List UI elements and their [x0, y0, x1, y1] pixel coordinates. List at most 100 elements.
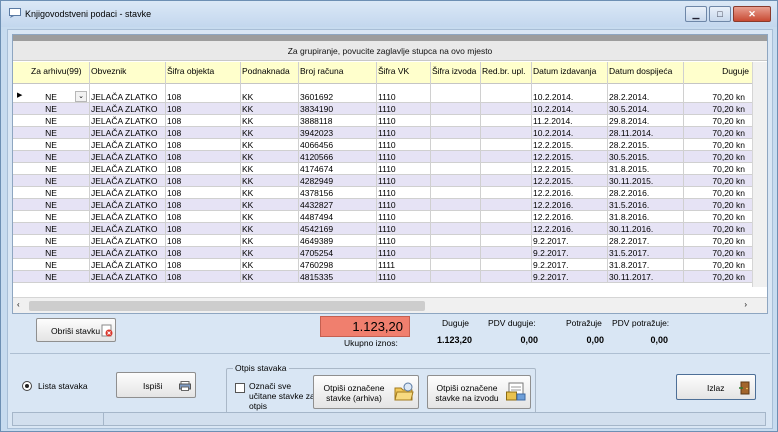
- table-cell: 4174674: [300, 164, 334, 174]
- table-cell: 1110: [378, 128, 396, 138]
- print-button[interactable]: Ispiši: [116, 372, 196, 398]
- table-cell: KK: [242, 152, 254, 162]
- writeoff-statement-button[interactable]: Otpiši označene stavke na izvodu: [427, 375, 531, 409]
- table-row[interactable]: NE JELAČA ZLATKO 108 KK 4542169 1110 12.2.2016…: [13, 223, 767, 235]
- table-cell: 108: [167, 164, 182, 174]
- table-row[interactable]: NE JELAČA ZLATKO 108 KK 3888118 1110 11.2.2014…: [13, 115, 767, 127]
- delete-item-label: Obriši stavku: [51, 326, 101, 336]
- table-cell: 108: [167, 152, 182, 162]
- table-cell: 12.2.2016.: [533, 188, 574, 198]
- table-cell[interactable]: NE: [31, 236, 71, 246]
- table-cell: 30.11.2017.: [609, 272, 654, 282]
- group-by-panel[interactable]: Za grupiranje, povucite zaglavlje stupca…: [13, 35, 767, 61]
- maximize-button[interactable]: □: [709, 6, 731, 22]
- table-cell: 70,20 kn: [712, 260, 745, 270]
- table-cell[interactable]: NE: [31, 176, 71, 186]
- table-cell[interactable]: NE: [31, 104, 71, 114]
- table-cell: 10.2.2014.: [533, 128, 574, 138]
- table-cell[interactable]: NE: [31, 272, 71, 282]
- table-row[interactable]: NE JELAČA ZLATKO 108 KK 4760298 1111 9.2.2017.…: [13, 259, 767, 271]
- table-cell[interactable]: NE: [31, 200, 71, 210]
- delete-item-button[interactable]: Obriši stavku: [36, 318, 116, 342]
- table-cell: 108: [167, 140, 182, 150]
- table-row[interactable]: ▶ NE JELAČA ZLATKO 108 KK 3601692 1110 10.2.201…: [13, 91, 767, 103]
- table-cell: 12.2.2015.: [533, 176, 574, 186]
- table-cell: 1110: [378, 272, 396, 282]
- column-header[interactable]: Broj računa: [300, 66, 343, 76]
- column-header[interactable]: Obveznik: [91, 66, 126, 76]
- table-cell: KK: [242, 176, 254, 186]
- table-cell: JELAČA ZLATKO: [91, 176, 158, 186]
- dropdown-arrow-icon[interactable]: ⌄: [75, 91, 87, 102]
- table-cell: 31.8.2017.: [609, 260, 650, 270]
- exit-button[interactable]: Izlaz: [676, 374, 756, 400]
- table-cell[interactable]: NE: [31, 140, 71, 150]
- writeoff-group-title: Otpis stavaka: [233, 363, 289, 373]
- column-header[interactable]: Datum dospijeća: [609, 66, 672, 76]
- table-cell[interactable]: NE: [31, 128, 71, 138]
- table-cell: 1110: [378, 224, 396, 234]
- table-row[interactable]: NE JELAČA ZLATKO 108 KK 3834190 1110 10.2.2014…: [13, 103, 767, 115]
- minimize-button[interactable]: ▁: [685, 6, 707, 22]
- column-header[interactable]: Šifra izvoda: [432, 66, 476, 76]
- column-divider: [480, 62, 481, 282]
- table-cell[interactable]: NE: [31, 248, 71, 258]
- exit-label: Izlaz: [707, 383, 725, 393]
- table-cell: JELAČA ZLATKO: [91, 212, 158, 222]
- table-cell: KK: [242, 200, 254, 210]
- table-row[interactable]: NE JELAČA ZLATKO 108 KK 4487494 1110 12.2.2016…: [13, 211, 767, 223]
- table-cell: 70,20 kn: [712, 248, 745, 258]
- table-row[interactable]: NE JELAČA ZLATKO 108 KK 4120566 1110 12.2.2015…: [13, 151, 767, 163]
- list-items-radio[interactable]: [22, 381, 32, 391]
- table-cell: 108: [167, 272, 182, 282]
- table-cell[interactable]: NE: [31, 260, 71, 270]
- table-row[interactable]: NE JELAČA ZLATKO 108 KK 3942023 1110 10.2.2014…: [13, 127, 767, 139]
- scroll-right-icon[interactable]: ›: [744, 300, 747, 309]
- table-cell: 70,20 kn: [712, 92, 745, 102]
- column-header[interactable]: Duguje: [685, 66, 749, 76]
- table-cell: 108: [167, 248, 182, 258]
- table-row[interactable]: NE JELAČA ZLATKO 108 KK 4174674 1110 12.2.2015…: [13, 163, 767, 175]
- table-row[interactable]: NE JELAČA ZLATKO 108 KK 4815335 1110 9.2.2017.…: [13, 271, 767, 283]
- table-row[interactable]: NE JELAČA ZLATKO 108 KK 4705254 1110 9.2.2017.…: [13, 247, 767, 259]
- table-cell: 9.2.2017.: [533, 236, 569, 246]
- table-cell[interactable]: NE: [31, 224, 71, 234]
- table-row[interactable]: NE JELAČA ZLATKO 108 KK 4282949 1110 12.2.2015…: [13, 175, 767, 187]
- column-header[interactable]: Šifra VK: [378, 66, 409, 76]
- table-cell: JELAČA ZLATKO: [91, 224, 158, 234]
- column-header[interactable]: Podnaknada: [242, 66, 290, 76]
- table-cell: 1110: [378, 104, 396, 114]
- table-cell: JELAČA ZLATKO: [91, 200, 158, 210]
- table-cell[interactable]: NE: [31, 92, 71, 102]
- table-cell: 1110: [378, 212, 396, 222]
- table-cell: JELAČA ZLATKO: [91, 272, 158, 282]
- writeoff-archive-button[interactable]: Otpiši označene stavke (arhiva): [313, 375, 419, 409]
- scroll-left-icon[interactable]: ‹: [17, 300, 20, 309]
- select-all-checkbox[interactable]: [235, 383, 245, 393]
- table-cell: 1110: [378, 116, 396, 126]
- table-cell: 30.11.2016.: [609, 224, 654, 234]
- horizontal-scrollbar[interactable]: ‹ ›: [13, 297, 767, 313]
- vertical-scrollbar[interactable]: [752, 62, 767, 287]
- scroll-thumb[interactable]: [29, 301, 425, 311]
- table-row[interactable]: NE JELAČA ZLATKO 108 KK 4066456 1110 12.2.2015…: [13, 139, 767, 151]
- table-cell: 12.2.2016.: [533, 200, 574, 210]
- column-header[interactable]: Datum izdavanja: [533, 66, 596, 76]
- table-cell: 4120566: [300, 152, 334, 162]
- close-button[interactable]: ✕: [733, 6, 771, 22]
- table-cell[interactable]: NE: [31, 116, 71, 126]
- column-header[interactable]: Šifra objekta: [167, 66, 214, 76]
- table-cell[interactable]: NE: [31, 152, 71, 162]
- writeoff-statement-label: Otpiši označene stavke na izvodu: [435, 383, 499, 403]
- column-header[interactable]: Za arhivu(99): [31, 66, 82, 76]
- table-row[interactable]: NE JELAČA ZLATKO 108 KK 4649389 1110 9.2.2017.…: [13, 235, 767, 247]
- close-icon: ✕: [748, 9, 756, 19]
- table-cell[interactable]: NE: [31, 212, 71, 222]
- table-cell: 1111: [378, 260, 396, 270]
- table-cell[interactable]: NE: [31, 188, 71, 198]
- column-header[interactable]: Red.br. upl.: [482, 66, 525, 76]
- table-row[interactable]: NE JELAČA ZLATKO 108 KK 4378156 1110 12.2.2016…: [13, 187, 767, 199]
- table-cell[interactable]: NE: [31, 164, 71, 174]
- column-divider: [298, 62, 299, 282]
- table-row[interactable]: NE JELAČA ZLATKO 108 KK 4432827 1110 12.2.2016…: [13, 199, 767, 211]
